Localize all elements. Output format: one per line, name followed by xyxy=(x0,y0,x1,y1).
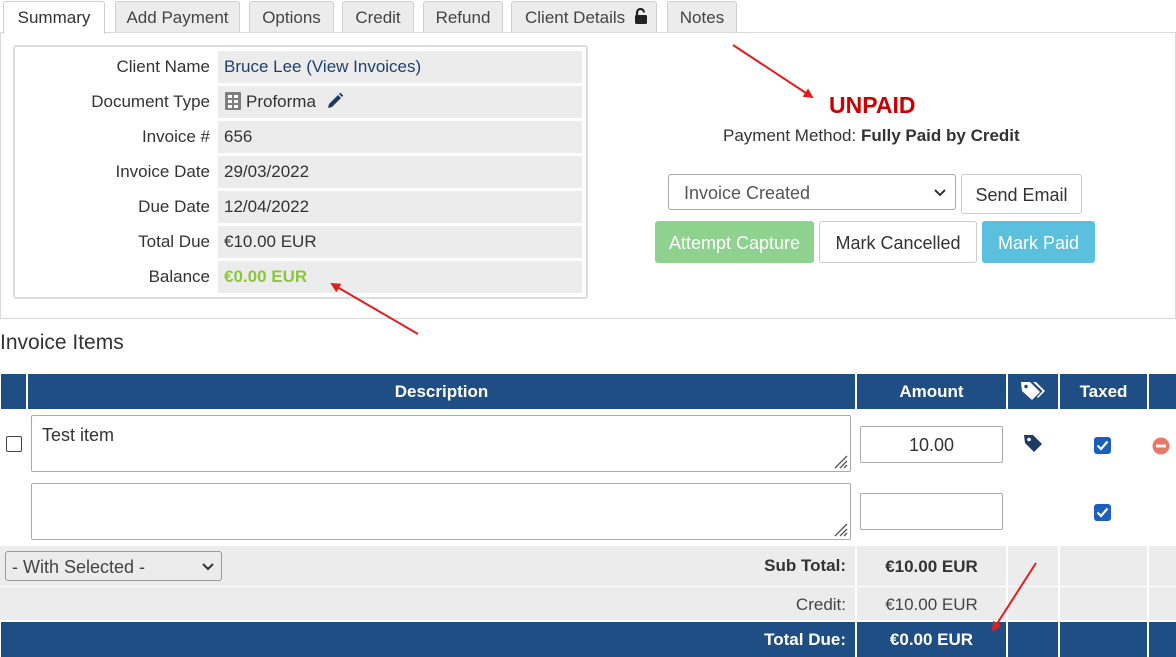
new-item-taxed-checkbox[interactable] xyxy=(1094,504,1111,521)
invoice-items-title: Invoice Items xyxy=(0,331,124,354)
total-due-label: Total Due xyxy=(138,232,210,251)
total-due-footer: Total Due: xyxy=(1,622,855,657)
tab-notes[interactable]: Notes xyxy=(667,1,737,33)
check-icon xyxy=(1096,507,1109,518)
new-item-description-input[interactable] xyxy=(31,483,851,540)
item-description-input[interactable]: Test item xyxy=(31,415,851,472)
with-selected-value: - With Selected - xyxy=(12,557,146,577)
mark-paid-button[interactable]: Mark Paid xyxy=(982,221,1095,263)
invoice-number-value: 656 xyxy=(218,121,582,153)
item-taxed-checkbox[interactable] xyxy=(1094,437,1111,454)
footer-cell xyxy=(1008,622,1058,657)
client-name-label: Client Name xyxy=(116,57,210,76)
check-icon xyxy=(1096,440,1109,451)
chevron-down-icon xyxy=(202,563,214,571)
header-select-col xyxy=(1,374,26,409)
balance-value: €0.00 EUR xyxy=(218,261,582,293)
subtotal-value: €10.00 EUR xyxy=(885,557,978,576)
client-name-value[interactable]: Bruce Lee (View Invoices) xyxy=(218,51,582,83)
balance-label: Balance xyxy=(148,267,210,286)
credit-label: Credit: xyxy=(795,595,846,614)
payment-method-value: Fully Paid by Credit xyxy=(860,126,1020,145)
invoice-date-label: Invoice Date xyxy=(115,162,211,181)
tab-refund[interactable]: Refund xyxy=(423,1,503,33)
invoice-number-label: Invoice # xyxy=(141,127,210,146)
delete-row-icon[interactable] xyxy=(1151,436,1171,456)
invoice-date-value: 29/03/2022 xyxy=(218,156,582,188)
invoice-status: UNPAID xyxy=(829,92,916,118)
send-email-button[interactable]: Send Email xyxy=(961,174,1082,214)
mark-cancelled-button[interactable]: Mark Cancelled xyxy=(819,221,977,263)
with-selected-select[interactable]: - With Selected - xyxy=(5,551,222,581)
document-icon xyxy=(225,92,241,110)
resize-handle-icon[interactable] xyxy=(832,521,848,537)
document-type-text: Proforma xyxy=(246,92,316,111)
credit-value: €10.00 EUR xyxy=(885,595,978,614)
tab-client-details-label: Client Details xyxy=(525,8,626,27)
status-select[interactable]: Invoice Created xyxy=(668,174,956,210)
header-amount: Amount xyxy=(857,374,1006,409)
subtotal-label: Sub Total: xyxy=(764,556,846,575)
header-taxed: Taxed xyxy=(1060,374,1147,409)
total-due-footer-value: €0.00 EUR xyxy=(857,622,1006,657)
tab-add-payment[interactable]: Add Payment xyxy=(115,1,240,33)
col-divider xyxy=(1147,546,1149,620)
new-item-amount-input[interactable] xyxy=(860,493,1003,530)
attempt-capture-button[interactable]: Attempt Capture xyxy=(655,221,814,263)
row-select-checkbox[interactable] xyxy=(6,436,22,452)
pencil-icon[interactable] xyxy=(326,92,344,110)
tags-icon xyxy=(1021,382,1045,400)
payment-method-label: Payment Method: xyxy=(723,126,857,145)
footer-cell xyxy=(1060,622,1147,657)
payment-method: Payment Method: Fully Paid by Credit xyxy=(723,126,1020,146)
tab-client-details[interactable]: Client Details xyxy=(511,1,657,33)
tab-options[interactable]: Options xyxy=(249,1,334,33)
col-divider xyxy=(1006,546,1008,620)
item-description-text: Test item xyxy=(42,425,115,445)
due-date-value: 12/04/2022 xyxy=(218,191,582,223)
total-due-value: €10.00 EUR xyxy=(218,226,582,258)
tab-credit[interactable]: Credit xyxy=(342,1,414,33)
status-select-value: Invoice Created xyxy=(684,183,811,203)
document-type-label: Document Type xyxy=(91,92,210,111)
chevron-down-icon xyxy=(934,189,946,197)
due-date-label: Due Date xyxy=(138,197,210,216)
unlock-icon xyxy=(634,7,647,24)
footer-cell xyxy=(1149,622,1176,657)
header-description: Description xyxy=(28,374,855,409)
header-delete-col xyxy=(1149,374,1176,409)
header-tags xyxy=(1008,374,1058,409)
document-type-value: Proforma xyxy=(218,86,582,118)
tag-icon[interactable] xyxy=(1022,432,1044,454)
tab-summary[interactable]: Summary xyxy=(3,1,105,34)
item-amount-input[interactable]: 10.00 xyxy=(860,426,1003,463)
col-divider xyxy=(1058,546,1060,620)
resize-handle-icon[interactable] xyxy=(832,453,848,469)
